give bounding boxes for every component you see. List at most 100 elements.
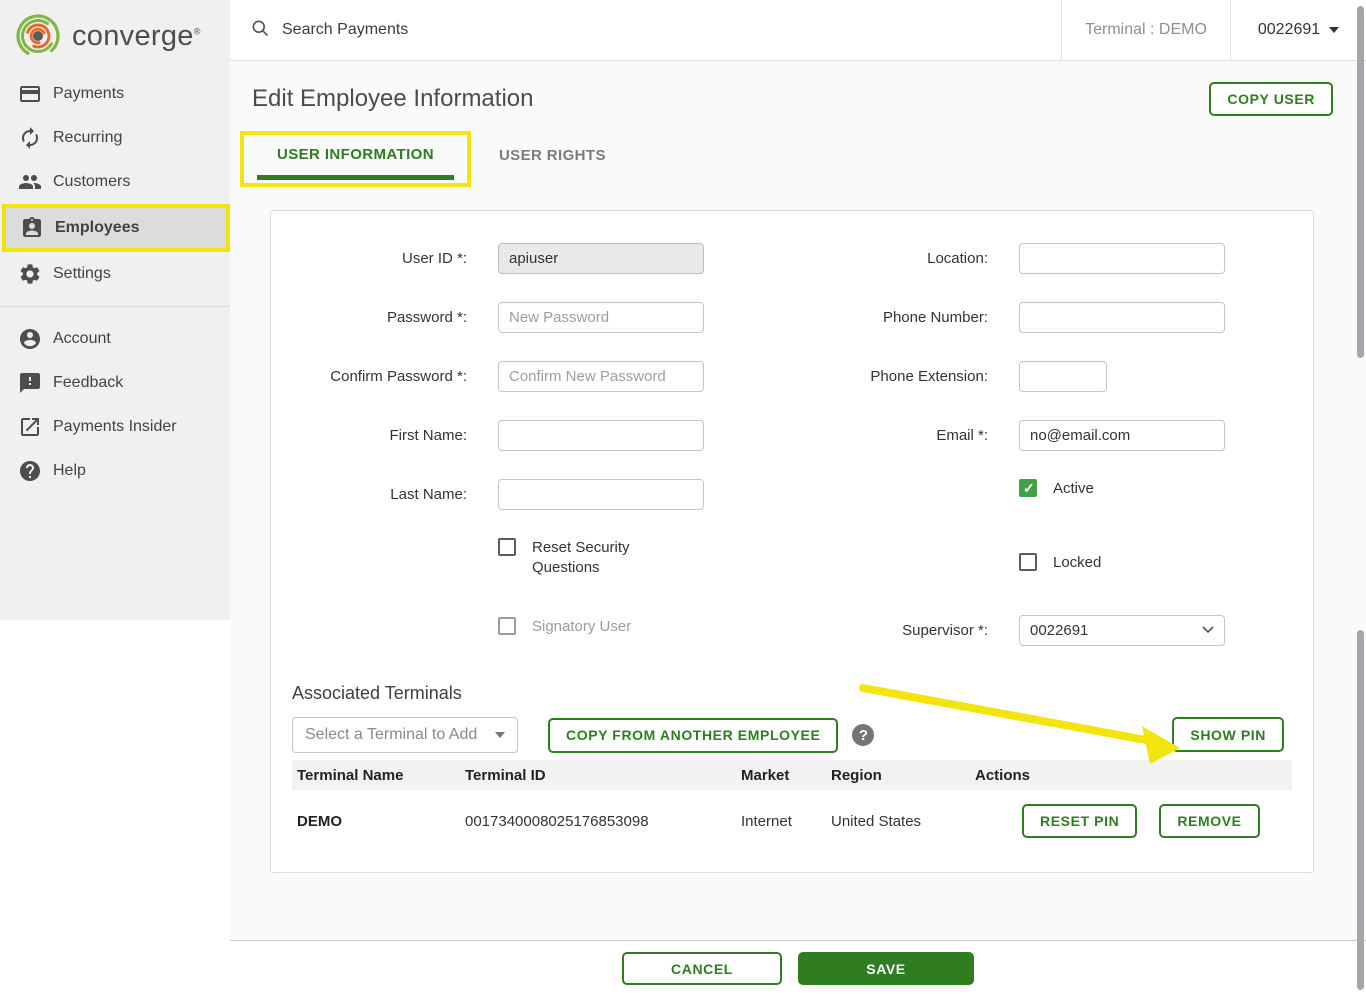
- terminal-select[interactable]: Select a Terminal to Add: [292, 717, 518, 753]
- associated-terminals-section: Associated Terminals Select a Terminal t…: [292, 683, 1292, 852]
- form-row-first-name: First Name:: [271, 420, 792, 451]
- signatory-user-row: Signatory User: [498, 617, 792, 637]
- associated-terminals-heading: Associated Terminals: [292, 683, 1292, 704]
- active-checkbox[interactable]: [1019, 479, 1037, 497]
- locked-checkbox[interactable]: [1019, 553, 1037, 571]
- chevron-down-icon: [1202, 626, 1214, 634]
- scrollbar-thumb[interactable]: [1357, 630, 1364, 990]
- annotation-box-user-information: USER INFORMATION: [240, 131, 471, 187]
- sidebar-item-recurring[interactable]: Recurring: [0, 116, 230, 160]
- location-field[interactable]: [1019, 243, 1225, 274]
- footer-action-bar: CANCEL SAVE: [230, 940, 1366, 996]
- reset-security-questions-row: Reset Security Questions: [498, 538, 792, 579]
- sidebar-item-label: Help: [53, 462, 86, 480]
- cell-terminal-id: 0017340008025176853098: [465, 813, 741, 830]
- dropdown-arrow-icon: [495, 732, 505, 738]
- email-label: Email *:: [792, 427, 988, 444]
- tab-label: USER INFORMATION: [257, 146, 454, 163]
- remove-button[interactable]: REMOVE: [1159, 804, 1259, 838]
- phone-extension-label: Phone Extension:: [792, 368, 988, 385]
- people-icon: [18, 170, 42, 194]
- confirm-password-field[interactable]: [498, 361, 704, 392]
- sidebar-item-feedback[interactable]: Feedback: [0, 361, 230, 405]
- form-column-left: User ID *: Password *: Confirm Password …: [271, 243, 792, 674]
- active-row: Active: [1019, 479, 1313, 499]
- chevron-down-icon: [1329, 27, 1339, 33]
- last-name-field[interactable]: [498, 479, 704, 510]
- page-content: Edit Employee Information COPY USER USER…: [230, 61, 1366, 940]
- signatory-user-checkbox[interactable]: [498, 617, 516, 635]
- terminals-table: Terminal Name Terminal ID Market Region …: [292, 760, 1292, 852]
- sidebar-item-label: Customers: [53, 173, 130, 191]
- form-row-confirm-password: Confirm Password *:: [271, 361, 792, 392]
- account-dropdown[interactable]: 0022691: [1231, 0, 1366, 60]
- email-field[interactable]: [1019, 420, 1225, 451]
- feedback-icon: [18, 371, 42, 395]
- cancel-button[interactable]: CANCEL: [622, 952, 782, 985]
- search-input[interactable]: [282, 21, 782, 39]
- locked-row: Locked: [1019, 553, 1313, 573]
- copy-user-button[interactable]: COPY USER: [1209, 82, 1333, 116]
- terminal-indicator: Terminal : DEMO: [1061, 0, 1231, 60]
- terminals-controls: Select a Terminal to Add COPY FROM ANOTH…: [292, 717, 1292, 753]
- badge-icon: [20, 216, 44, 240]
- converge-logo-icon: [14, 12, 62, 60]
- reset-security-questions-checkbox[interactable]: [498, 538, 516, 556]
- reset-pin-button[interactable]: RESET PIN: [1022, 804, 1137, 838]
- app-window: converge® Payments Recurring Customers: [0, 0, 1366, 996]
- form-row-phone-number: Phone Number:: [792, 302, 1313, 333]
- sidebar-item-customers[interactable]: Customers: [0, 160, 230, 204]
- col-terminal-id: Terminal ID: [465, 767, 741, 784]
- form-row-location: Location:: [792, 243, 1313, 274]
- phone-number-field[interactable]: [1019, 302, 1225, 333]
- help-tooltip-icon[interactable]: ?: [852, 724, 874, 746]
- password-label: Password *:: [271, 309, 467, 326]
- table-row: DEMO 0017340008025176853098 Internet Uni…: [292, 790, 1292, 852]
- sidebar: converge® Payments Recurring Customers: [0, 0, 230, 620]
- page-title: Edit Employee Information: [252, 85, 1366, 113]
- tab-user-rights[interactable]: USER RIGHTS: [499, 147, 606, 164]
- sidebar-item-settings[interactable]: Settings: [0, 252, 230, 296]
- locked-label: Locked: [1053, 553, 1101, 573]
- search-bar: [230, 0, 1061, 60]
- brand-trademark: ®: [194, 26, 201, 36]
- sidebar-item-label: Account: [53, 330, 111, 348]
- user-id-field[interactable]: [498, 243, 704, 274]
- password-field[interactable]: [498, 302, 704, 333]
- open-in-new-icon: [18, 415, 42, 439]
- show-pin-button[interactable]: SHOW PIN: [1172, 717, 1284, 752]
- phone-extension-field[interactable]: [1019, 361, 1107, 392]
- sidebar-item-label: Payments Insider: [53, 418, 177, 436]
- sidebar-item-account[interactable]: Account: [0, 317, 230, 361]
- copy-from-another-employee-button[interactable]: COPY FROM ANOTHER EMPLOYEE: [548, 718, 838, 753]
- gear-icon: [18, 262, 42, 286]
- scrollbar-thumb[interactable]: [1357, 6, 1364, 358]
- terminals-table-header: Terminal Name Terminal ID Market Region …: [292, 760, 1292, 790]
- form-row-phone-extension: Phone Extension:: [792, 361, 1313, 392]
- account-circle-icon: [18, 327, 42, 351]
- autorenew-icon: [18, 126, 42, 150]
- account-id: 0022691: [1258, 21, 1320, 39]
- form-row-last-name: Last Name:: [271, 479, 792, 510]
- help-icon: [18, 459, 42, 483]
- cell-terminal-name: DEMO: [292, 813, 465, 830]
- sidebar-item-payments[interactable]: Payments: [0, 72, 230, 116]
- supervisor-select[interactable]: 0022691: [1019, 615, 1225, 646]
- form-row-user-id: User ID *:: [271, 243, 792, 274]
- location-label: Location:: [792, 250, 988, 267]
- cell-market: Internet: [741, 813, 831, 830]
- first-name-field[interactable]: [498, 420, 704, 451]
- sidebar-item-employees[interactable]: Employees: [2, 204, 230, 252]
- terminal-select-placeholder: Select a Terminal to Add: [305, 726, 477, 744]
- sidebar-divider: [0, 306, 230, 307]
- sidebar-item-payments-insider[interactable]: Payments Insider: [0, 405, 230, 449]
- tab-user-information[interactable]: USER INFORMATION: [244, 146, 467, 180]
- sidebar-item-help[interactable]: Help: [0, 449, 230, 493]
- main-area: Terminal : DEMO 0022691 Edit Employee In…: [230, 0, 1366, 996]
- last-name-label: Last Name:: [271, 486, 467, 503]
- user-id-label: User ID *:: [271, 250, 467, 267]
- first-name-label: First Name:: [271, 427, 467, 444]
- supervisor-value: 0022691: [1030, 622, 1088, 639]
- save-button[interactable]: SAVE: [798, 952, 974, 985]
- brand-logo: converge®: [0, 6, 230, 72]
